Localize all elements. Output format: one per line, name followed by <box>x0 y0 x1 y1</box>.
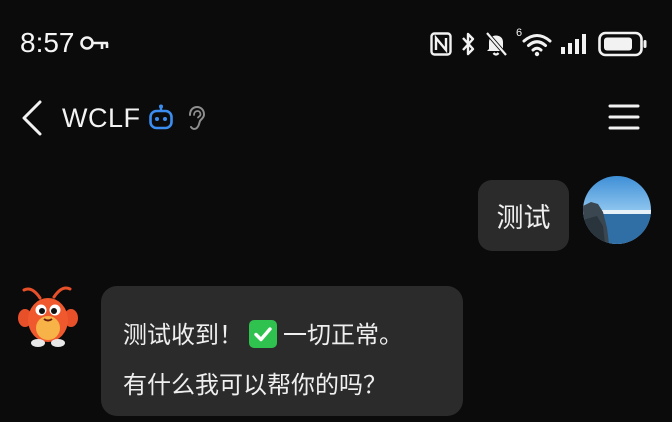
signal-icon <box>561 34 586 54</box>
check-mark-button-icon <box>249 320 277 348</box>
bell-off-icon <box>485 31 508 57</box>
key-icon <box>80 36 109 50</box>
user-message-bubble[interactable]: 测试 <box>478 180 569 251</box>
user-message-text: 测试 <box>496 203 551 234</box>
bot-avatar[interactable] <box>18 284 78 348</box>
chat-header: WCLF <box>0 92 672 144</box>
menu-icon[interactable] <box>608 102 640 132</box>
user-avatar[interactable] <box>583 176 651 244</box>
bot-message-text-start: 测试收到！ <box>123 321 243 349</box>
status-time: 8:57 <box>20 27 75 58</box>
status-bar: 8:57 6 <box>0 0 672 86</box>
bot-message-line-1: 测试收到！ 一切正常。 <box>123 310 443 360</box>
bot-message-line-2: 有什么我可以帮你的吗？ <box>123 371 387 399</box>
wifi-6-icon: 6 <box>516 27 552 58</box>
back-arrow-icon[interactable] <box>20 98 44 138</box>
status-icons: 6 <box>430 27 648 61</box>
nfc-icon <box>430 32 452 56</box>
ear-icon[interactable] <box>186 105 206 131</box>
battery-icon <box>598 31 647 57</box>
chat-title[interactable]: WCLF <box>62 100 141 136</box>
bot-icon <box>149 104 173 130</box>
bot-message-text-end: 一切正常。 <box>283 321 403 349</box>
bluetooth-icon <box>462 32 475 56</box>
bot-message-bubble[interactable]: 测试收到！ 一切正常。 有什么我可以帮你的吗？ <box>101 286 463 416</box>
